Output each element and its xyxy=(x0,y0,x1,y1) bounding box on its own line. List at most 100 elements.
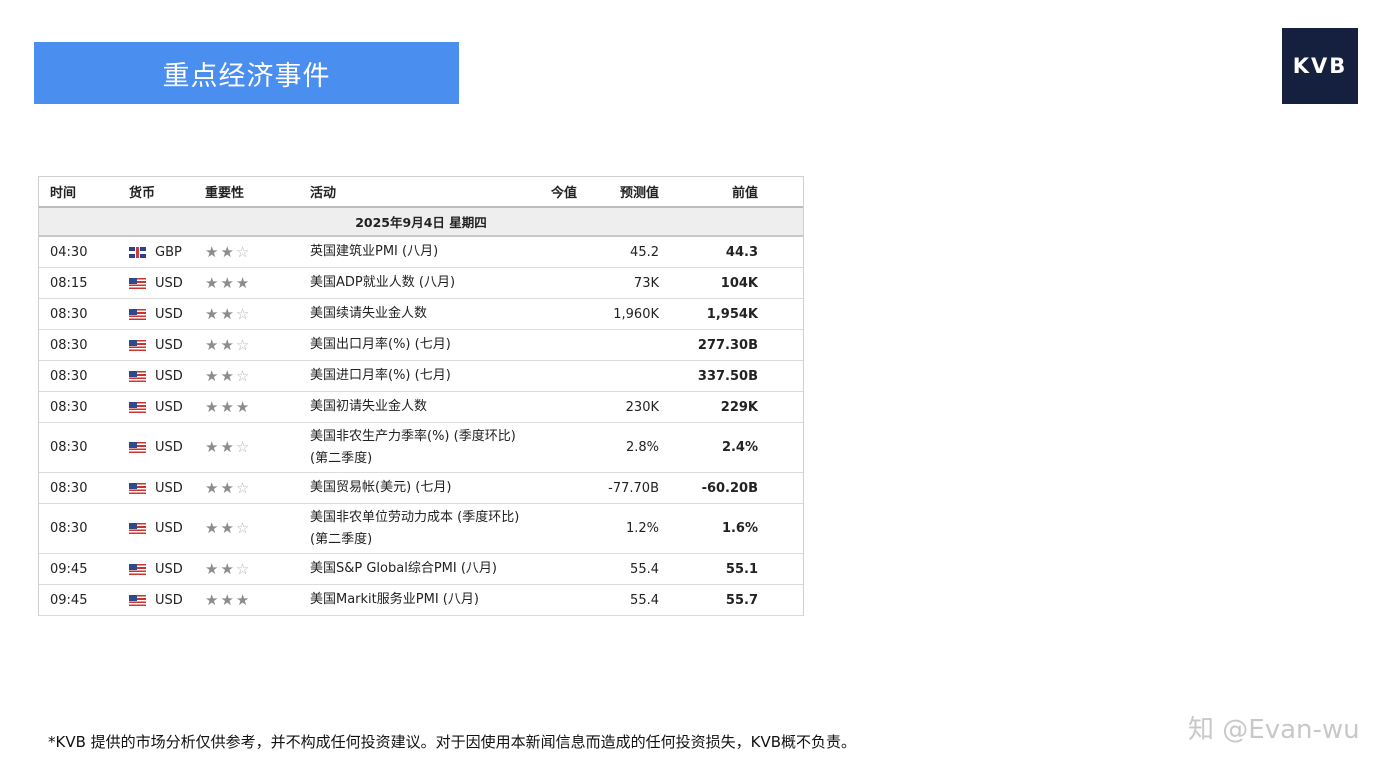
star-filled-icon: ★ xyxy=(220,366,234,385)
table-header: 时间 货币 重要性 活动 今值 预测值 前值 xyxy=(39,177,803,208)
row-importance: ★ ★ ☆ xyxy=(205,554,249,584)
row-time: 08:30 xyxy=(50,440,88,455)
star-filled-icon: ★ xyxy=(235,590,250,609)
row-time: 08:30 xyxy=(50,480,88,496)
row-time: 08:30 xyxy=(50,368,88,384)
star-filled-icon: ★ xyxy=(205,242,219,261)
row-forecast: 1.2% xyxy=(625,521,659,536)
row-time: 09:45 xyxy=(50,561,88,577)
table-row: 09:45 USD ★ ★ ★ 美国Markit服务业PMI (八月) 55.4 55.7 xyxy=(39,585,803,616)
currency-code: USD xyxy=(155,368,183,384)
star-filled-icon: ★ xyxy=(220,335,234,354)
star-empty-icon: ☆ xyxy=(235,478,250,497)
star-filled-icon: ★ xyxy=(205,590,219,609)
row-time: 04:30 xyxy=(50,244,88,260)
row-importance: ★ ★ ☆ xyxy=(205,504,249,553)
row-currency: GBP xyxy=(129,237,182,267)
row-time: 08:30 xyxy=(50,337,88,353)
row-previous: 1,954K xyxy=(706,306,758,322)
star-filled-icon: ★ xyxy=(205,397,219,416)
row-previous: -60.20B xyxy=(701,480,758,496)
us-flag-icon xyxy=(129,563,146,575)
star-empty-icon: ☆ xyxy=(235,559,250,578)
importance-stars: ★ ★ ☆ xyxy=(205,521,249,536)
col-header-currency: 货币 xyxy=(129,186,156,201)
row-event: 美国ADP就业人数 (八月) xyxy=(310,275,456,290)
star-filled-icon: ★ xyxy=(235,273,250,292)
row-importance: ★ ★ ★ xyxy=(205,392,249,422)
row-previous: 44.3 xyxy=(725,244,758,260)
row-time: 08:30 xyxy=(50,399,88,415)
col-header-time: 时间 xyxy=(50,186,77,201)
star-filled-icon: ★ xyxy=(220,397,234,416)
row-previous: 337.50B xyxy=(697,368,758,384)
us-flag-icon xyxy=(129,594,146,606)
col-header-actual: 今值 xyxy=(551,186,578,201)
star-filled-icon: ★ xyxy=(235,397,250,416)
row-forecast: 55.4 xyxy=(630,561,659,577)
star-empty-icon: ☆ xyxy=(235,242,250,261)
row-currency: USD xyxy=(129,299,183,329)
star-filled-icon: ★ xyxy=(220,519,234,537)
row-time: 08:15 xyxy=(50,275,88,291)
row-previous: 55.7 xyxy=(725,592,758,608)
row-importance: ★ ★ ☆ xyxy=(205,330,249,360)
row-forecast: 2.8% xyxy=(625,440,659,455)
star-filled-icon: ★ xyxy=(220,590,234,609)
col-header-importance: 重要性 xyxy=(205,186,245,201)
star-filled-icon: ★ xyxy=(205,304,219,323)
table-row: 08:30 USD ★ ★ ★ 美国初请失业金人数 230K 229K xyxy=(39,392,803,423)
star-filled-icon: ★ xyxy=(205,519,219,537)
row-forecast: 45.2 xyxy=(630,244,659,260)
page-title-banner: 重点经济事件 xyxy=(34,42,459,104)
currency-code: USD xyxy=(155,592,183,608)
col-header-event: 活动 xyxy=(310,186,337,201)
star-empty-icon: ☆ xyxy=(235,438,250,456)
star-filled-icon: ★ xyxy=(220,304,234,323)
row-event: 美国进口月率(%) (七月) xyxy=(310,368,451,383)
row-importance: ★ ★ ★ xyxy=(205,585,249,615)
col-header-previous: 前值 xyxy=(731,186,758,201)
star-filled-icon: ★ xyxy=(205,366,219,385)
importance-stars: ★ ★ ☆ xyxy=(205,559,250,578)
importance-stars: ★ ★ ☆ xyxy=(205,440,249,455)
table-row: 04:30 GBP ★ ★ ☆ 英国建筑业PMI (八月) 45.2 44.3 xyxy=(39,237,803,268)
table-row: 08:30 USD ★ ★ ☆ 美国出口月率(%) (七月) 277.30B xyxy=(39,330,803,361)
row-time: 08:30 xyxy=(50,306,88,322)
row-forecast: 230K xyxy=(625,399,659,415)
currency-code: USD xyxy=(155,480,183,496)
row-forecast: 73K xyxy=(633,275,659,291)
currency-code: USD xyxy=(155,399,183,415)
importance-stars: ★ ★ ★ xyxy=(205,397,250,416)
row-previous: 277.30B xyxy=(697,337,758,353)
gb-flag-icon xyxy=(129,246,146,258)
importance-stars: ★ ★ ☆ xyxy=(205,304,249,323)
star-filled-icon: ★ xyxy=(205,335,219,354)
us-flag-icon xyxy=(129,277,146,289)
importance-stars: ★ ★ ☆ xyxy=(205,242,250,261)
star-filled-icon: ★ xyxy=(205,478,219,497)
importance-stars: ★ ★ ★ xyxy=(205,273,250,292)
currency-code: GBP xyxy=(155,244,182,260)
table-row: 08:30 USD ★ ★ ☆ 美国非农生产力季率(%) (季度环比) (第二季度) 2.8… xyxy=(39,423,803,473)
row-previous: 104K xyxy=(720,275,758,291)
star-filled-icon: ★ xyxy=(220,478,234,497)
importance-stars: ★ ★ ☆ xyxy=(205,478,250,497)
row-currency: USD xyxy=(129,585,183,615)
row-forecast: 1,960K xyxy=(613,306,659,322)
logo-text: KVB xyxy=(1292,54,1348,78)
row-time: 08:30 xyxy=(50,521,88,536)
us-flag-icon xyxy=(129,523,146,534)
row-event: 美国出口月率(%) (七月) xyxy=(310,337,451,352)
currency-code: USD xyxy=(155,275,183,291)
star-filled-icon: ★ xyxy=(205,438,219,456)
row-event: 美国续请失业金人数 xyxy=(310,306,428,321)
row-event: 美国Markit服务业PMI (八月) xyxy=(310,592,479,607)
row-importance: ★ ★ ☆ xyxy=(205,361,249,391)
row-currency: USD xyxy=(129,392,183,422)
table-row: 08:30 USD ★ ★ ☆ 美国进口月率(%) (七月) 337.50B xyxy=(39,361,803,392)
row-event: 美国贸易帐(美元) (七月) xyxy=(310,480,452,495)
row-previous: 1.6% xyxy=(721,521,758,536)
table-row: 09:45 USD ★ ★ ☆ 美国S&P Global综合PMI (八月) 55.4 55.… xyxy=(39,554,803,585)
star-empty-icon: ☆ xyxy=(235,366,250,385)
